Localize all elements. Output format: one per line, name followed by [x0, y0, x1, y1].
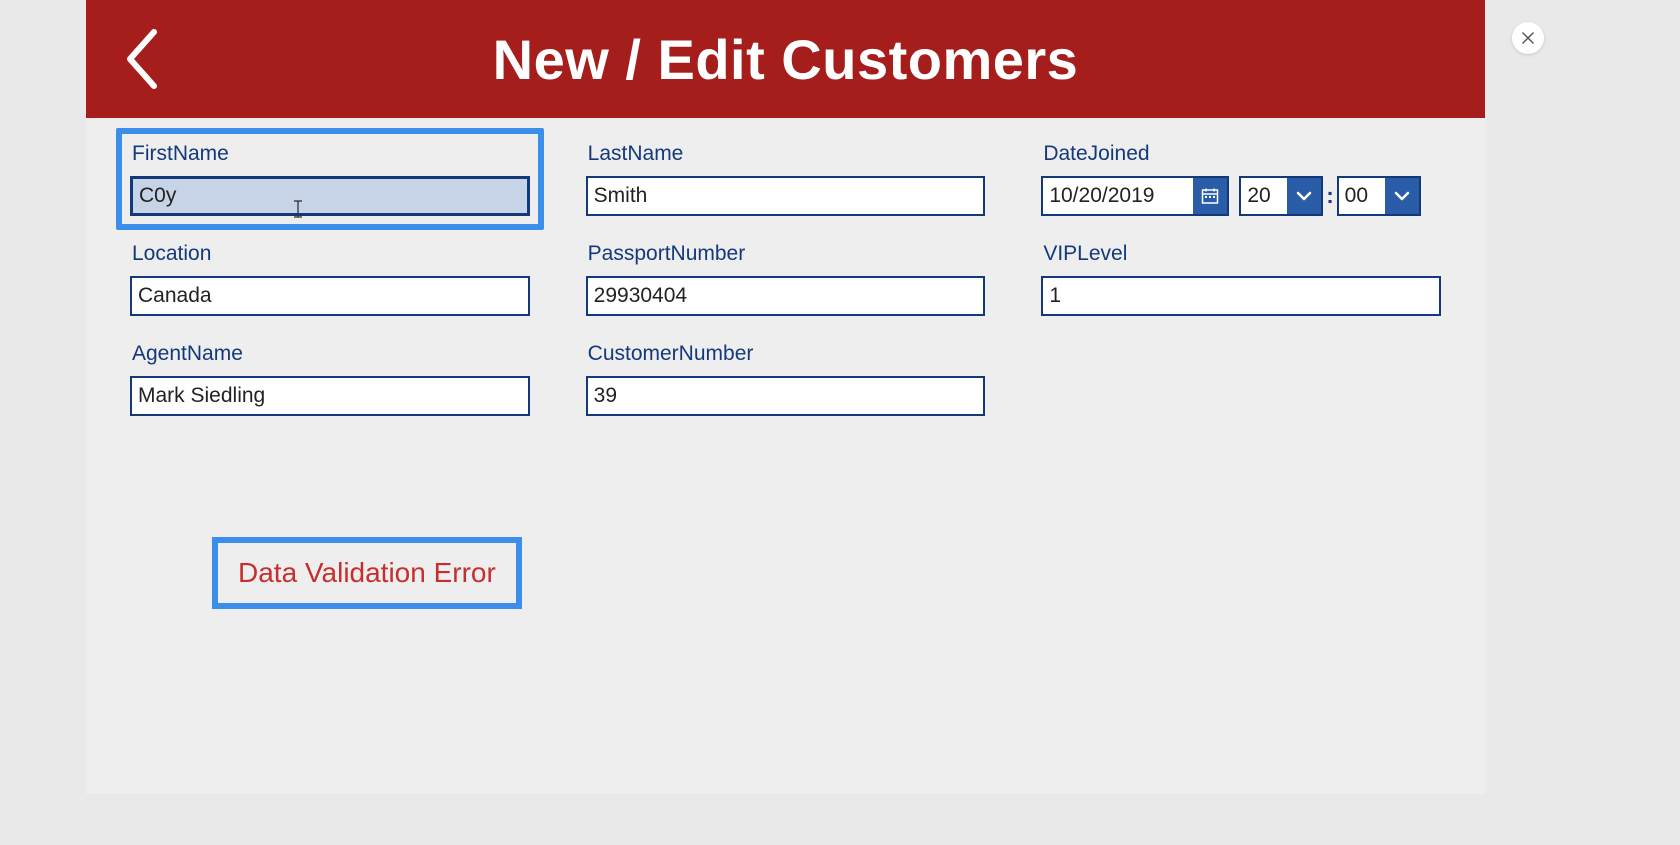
input-date[interactable]	[1043, 178, 1193, 214]
field-location: Location	[130, 242, 530, 316]
label-passport: PassportNumber	[586, 242, 986, 266]
label-viplevel: VIPLevel	[1041, 242, 1441, 266]
close-button[interactable]	[1512, 22, 1544, 54]
input-viplevel[interactable]	[1041, 276, 1441, 316]
datejoined-row: :	[1041, 176, 1441, 216]
date-picker	[1041, 176, 1229, 216]
label-agentname: AgentName	[130, 342, 530, 366]
label-lastname: LastName	[586, 142, 986, 166]
field-firstname: FirstName	[116, 128, 544, 230]
chevron-down-icon	[1393, 190, 1411, 202]
chevron-left-icon	[122, 26, 160, 92]
label-datejoined: DateJoined	[1041, 142, 1441, 166]
field-customernumber: CustomerNumber	[586, 342, 986, 416]
hour-dropdown-button[interactable]	[1287, 178, 1321, 214]
input-minute[interactable]	[1339, 178, 1385, 214]
input-agentname[interactable]	[130, 376, 530, 416]
field-passport: PassportNumber	[586, 242, 986, 316]
input-location[interactable]	[130, 276, 530, 316]
header-bar: New / Edit Customers	[86, 0, 1485, 118]
back-button[interactable]	[116, 24, 166, 94]
minute-spinner	[1337, 176, 1421, 216]
field-datejoined: DateJoined	[1041, 142, 1441, 216]
input-customernumber[interactable]	[586, 376, 986, 416]
time-separator: :	[1326, 183, 1333, 209]
field-lastname: LastName	[586, 142, 986, 216]
calendar-button[interactable]	[1193, 178, 1227, 214]
hour-spinner	[1239, 176, 1323, 216]
chevron-down-icon	[1295, 190, 1313, 202]
validation-error-box: Data Validation Error	[212, 537, 522, 609]
input-lastname[interactable]	[586, 176, 986, 216]
minute-dropdown-button[interactable]	[1385, 178, 1419, 214]
form-grid: FirstName LastName DateJoined	[86, 118, 1485, 440]
page-title: New / Edit Customers	[493, 27, 1079, 92]
validation-error-text: Data Validation Error	[238, 557, 496, 589]
field-viplevel: VIPLevel	[1041, 242, 1441, 316]
input-passport[interactable]	[586, 276, 986, 316]
form-panel: New / Edit Customers FirstName LastName …	[86, 0, 1485, 794]
label-firstname: FirstName	[130, 142, 530, 166]
label-customernumber: CustomerNumber	[586, 342, 986, 366]
field-agentname: AgentName	[130, 342, 530, 416]
label-location: Location	[130, 242, 530, 266]
close-icon	[1521, 31, 1535, 45]
calendar-icon	[1201, 187, 1219, 205]
input-hour[interactable]	[1241, 178, 1287, 214]
input-firstname[interactable]	[130, 176, 530, 216]
